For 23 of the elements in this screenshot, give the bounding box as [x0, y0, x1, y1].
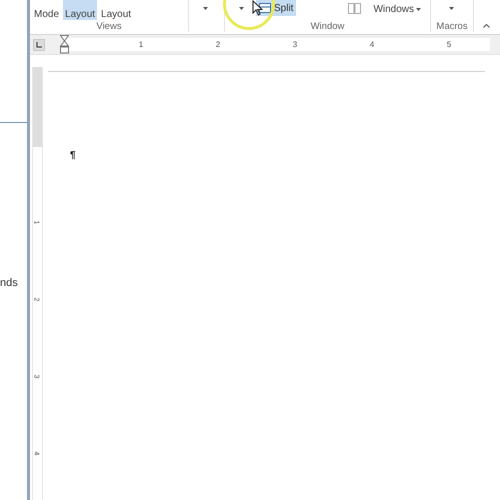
group-label: Views [96, 21, 122, 32]
panel-divider-line [0, 122, 27, 123]
view-button[interactable]: Mode [32, 0, 62, 20]
split-window-icon [259, 3, 271, 13]
group-label: Macros [436, 21, 468, 32]
group-label: Window [310, 21, 344, 32]
dropdown-arrow-icon[interactable] [203, 7, 208, 10]
ruler-number: 3 [292, 40, 298, 49]
ruler-number: 2 [216, 40, 220, 49]
ruler-number: 5 [446, 40, 452, 49]
dropdown-arrow-icon[interactable] [449, 7, 454, 10]
paragraph-mark: ¶ [70, 150, 77, 161]
collapse-ribbon-icon[interactable] [483, 24, 490, 28]
panel-text: nds [0, 277, 18, 289]
ruler-number: 1 [138, 40, 144, 49]
view-button[interactable]: Layout [63, 0, 98, 20]
ruler-number: 4 [370, 40, 374, 49]
dropdown-arrow-icon [416, 8, 422, 10]
tab-selector-icon[interactable] [33, 39, 45, 51]
view-button[interactable]: Layout [99, 0, 134, 20]
switch-windows-button[interactable]: Windows [373, 0, 422, 18]
indent-marker-icon[interactable] [60, 35, 69, 54]
dropdown-arrow-icon[interactable] [239, 7, 244, 10]
